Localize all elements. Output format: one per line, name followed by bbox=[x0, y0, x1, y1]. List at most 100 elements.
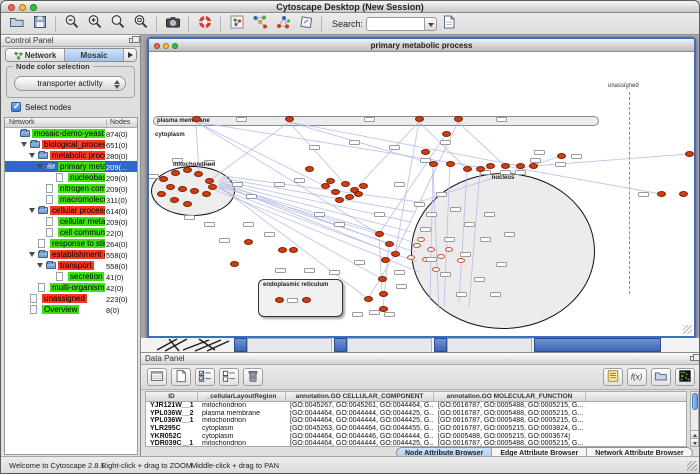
network-node[interactable] bbox=[529, 163, 538, 169]
column-cellular-component[interactable]: annotation.GO CELLULAR_COMPONENT bbox=[286, 392, 434, 401]
network-node[interactable] bbox=[194, 171, 203, 177]
attribute-table-header[interactable]: ID _cellularLayoutRegion annotation.GO C… bbox=[146, 392, 686, 402]
network-node[interactable] bbox=[159, 176, 168, 182]
view-close-button[interactable] bbox=[154, 43, 160, 49]
expander-icon[interactable] bbox=[37, 263, 43, 268]
tab-network[interactable]: Network bbox=[6, 49, 65, 61]
window-titlebar[interactable]: Cytoscape Desktop (New Session) bbox=[1, 1, 699, 13]
network-node[interactable] bbox=[385, 241, 394, 247]
expander-icon[interactable] bbox=[29, 252, 35, 257]
zoom-button[interactable] bbox=[30, 4, 37, 11]
network-node[interactable] bbox=[157, 191, 166, 197]
network-node-outline[interactable] bbox=[437, 254, 445, 259]
network-node[interactable] bbox=[685, 151, 694, 157]
import-attributes-button[interactable] bbox=[651, 368, 671, 386]
network-node[interactable] bbox=[501, 163, 510, 169]
network-node[interactable] bbox=[208, 184, 217, 190]
select-nodes-checkbox[interactable] bbox=[11, 102, 21, 112]
network-node[interactable] bbox=[305, 166, 314, 172]
network-node-outline[interactable] bbox=[417, 237, 425, 242]
network-node[interactable] bbox=[378, 276, 387, 282]
minimize-button[interactable] bbox=[19, 4, 26, 11]
network-node[interactable] bbox=[476, 166, 485, 172]
app-resize-grip[interactable] bbox=[687, 461, 697, 471]
network-edge[interactable] bbox=[395, 122, 419, 254]
zoom-selected-button[interactable] bbox=[106, 14, 129, 33]
background-window-edge[interactable] bbox=[434, 338, 447, 352]
tree-header[interactable]: Network Nodes bbox=[5, 118, 137, 128]
scroll-down-button[interactable] bbox=[691, 438, 698, 446]
network-node[interactable] bbox=[230, 261, 239, 267]
table-row[interactable]: YPL036W__2plasma membrane[GO:0044464, GO… bbox=[146, 410, 686, 418]
scrollbar-thumb[interactable] bbox=[692, 393, 698, 410]
network-node[interactable] bbox=[321, 183, 330, 189]
tree-row[interactable]: macromolecule311(0) bbox=[5, 194, 137, 205]
network-node[interactable] bbox=[429, 161, 438, 167]
expander-icon[interactable] bbox=[21, 142, 27, 147]
network-node[interactable] bbox=[463, 166, 472, 172]
tree-row[interactable]: nucleobase-209(0) bbox=[5, 172, 137, 183]
float-panel-icon[interactable] bbox=[690, 356, 696, 361]
search-settings-button[interactable] bbox=[437, 14, 460, 33]
network-node[interactable] bbox=[679, 191, 688, 197]
network-node[interactable] bbox=[331, 189, 340, 195]
tree-row[interactable]: nitrogen compo209(0) bbox=[5, 183, 137, 194]
tree-row[interactable]: secretion41(0) bbox=[5, 271, 137, 282]
network-node-outline[interactable] bbox=[427, 247, 435, 252]
float-panel-icon[interactable] bbox=[129, 38, 135, 43]
network-node[interactable] bbox=[302, 297, 311, 303]
zoom-fit-button[interactable] bbox=[129, 14, 152, 33]
tree-row[interactable]: Overview8(0) bbox=[5, 304, 137, 315]
network-node[interactable] bbox=[275, 297, 284, 303]
network-node[interactable] bbox=[657, 191, 666, 197]
view-minimize-button[interactable] bbox=[163, 43, 169, 49]
tab-overflow-arrow[interactable] bbox=[124, 49, 136, 61]
network-node[interactable] bbox=[359, 183, 368, 189]
network-node-outline[interactable] bbox=[432, 267, 440, 272]
attribute-check-button[interactable] bbox=[195, 368, 215, 386]
network-node-outline[interactable] bbox=[407, 255, 415, 260]
tab-mosaic[interactable]: Mosaic bbox=[65, 49, 124, 61]
network-node[interactable] bbox=[381, 257, 390, 263]
tree-row[interactable]: mosaic-demo-yeast874(0) bbox=[5, 128, 137, 139]
network-overview-button[interactable] bbox=[225, 14, 248, 33]
background-window-preview[interactable] bbox=[247, 338, 332, 352]
search-dropdown-icon[interactable] bbox=[424, 17, 437, 31]
network-node[interactable] bbox=[171, 170, 180, 176]
network-node[interactable] bbox=[391, 251, 400, 257]
network-node[interactable] bbox=[345, 194, 354, 200]
view-resize-grip[interactable] bbox=[683, 325, 692, 334]
network-edge[interactable] bbox=[458, 122, 505, 166]
network-node[interactable] bbox=[557, 153, 566, 159]
table-row[interactable]: YKR052Ccytoplasm[GO:0044464, GO:0044446,… bbox=[146, 432, 686, 440]
network-node[interactable] bbox=[178, 186, 187, 192]
layout-b-button[interactable] bbox=[271, 14, 294, 33]
tree-row[interactable]: cellular metabo209(0) bbox=[5, 216, 137, 227]
tree-row[interactable]: biological_process651(0) bbox=[5, 139, 137, 150]
annotation-button[interactable] bbox=[294, 14, 317, 33]
network-node[interactable] bbox=[289, 247, 298, 253]
snapshot-button[interactable] bbox=[161, 14, 184, 33]
network-edge[interactable] bbox=[430, 164, 433, 302]
table-row[interactable]: YLR295Ccytoplasm[GO:0045263, GO:0044464,… bbox=[146, 425, 686, 433]
network-node[interactable] bbox=[354, 191, 363, 197]
network-node-outline[interactable] bbox=[445, 247, 453, 252]
tree-row[interactable]: metabolic process280(0) bbox=[5, 150, 137, 161]
network-node[interactable] bbox=[335, 197, 344, 203]
node-color-dropdown[interactable]: transporter activity bbox=[14, 76, 126, 91]
network-node[interactable] bbox=[516, 163, 525, 169]
table-row[interactable]: YPL036W__1mitochondrion[GO:0044464, GO:0… bbox=[146, 417, 686, 425]
network-node[interactable] bbox=[166, 184, 175, 190]
network-node[interactable] bbox=[202, 191, 211, 197]
background-window-titlebar[interactable] bbox=[534, 338, 661, 352]
network-node[interactable] bbox=[379, 291, 388, 297]
network-node[interactable] bbox=[285, 116, 294, 122]
network-node[interactable] bbox=[170, 197, 179, 203]
network-edge[interactable] bbox=[469, 169, 480, 307]
zoom-out-button[interactable] bbox=[60, 14, 83, 33]
tree-row[interactable]: response to stimul264(0) bbox=[5, 238, 137, 249]
view-zoom-button[interactable] bbox=[172, 43, 178, 49]
open-file-button[interactable] bbox=[5, 14, 28, 33]
attribute-select-button[interactable] bbox=[147, 368, 167, 386]
network-view-titlebar[interactable]: primary metabolic process bbox=[149, 39, 694, 52]
